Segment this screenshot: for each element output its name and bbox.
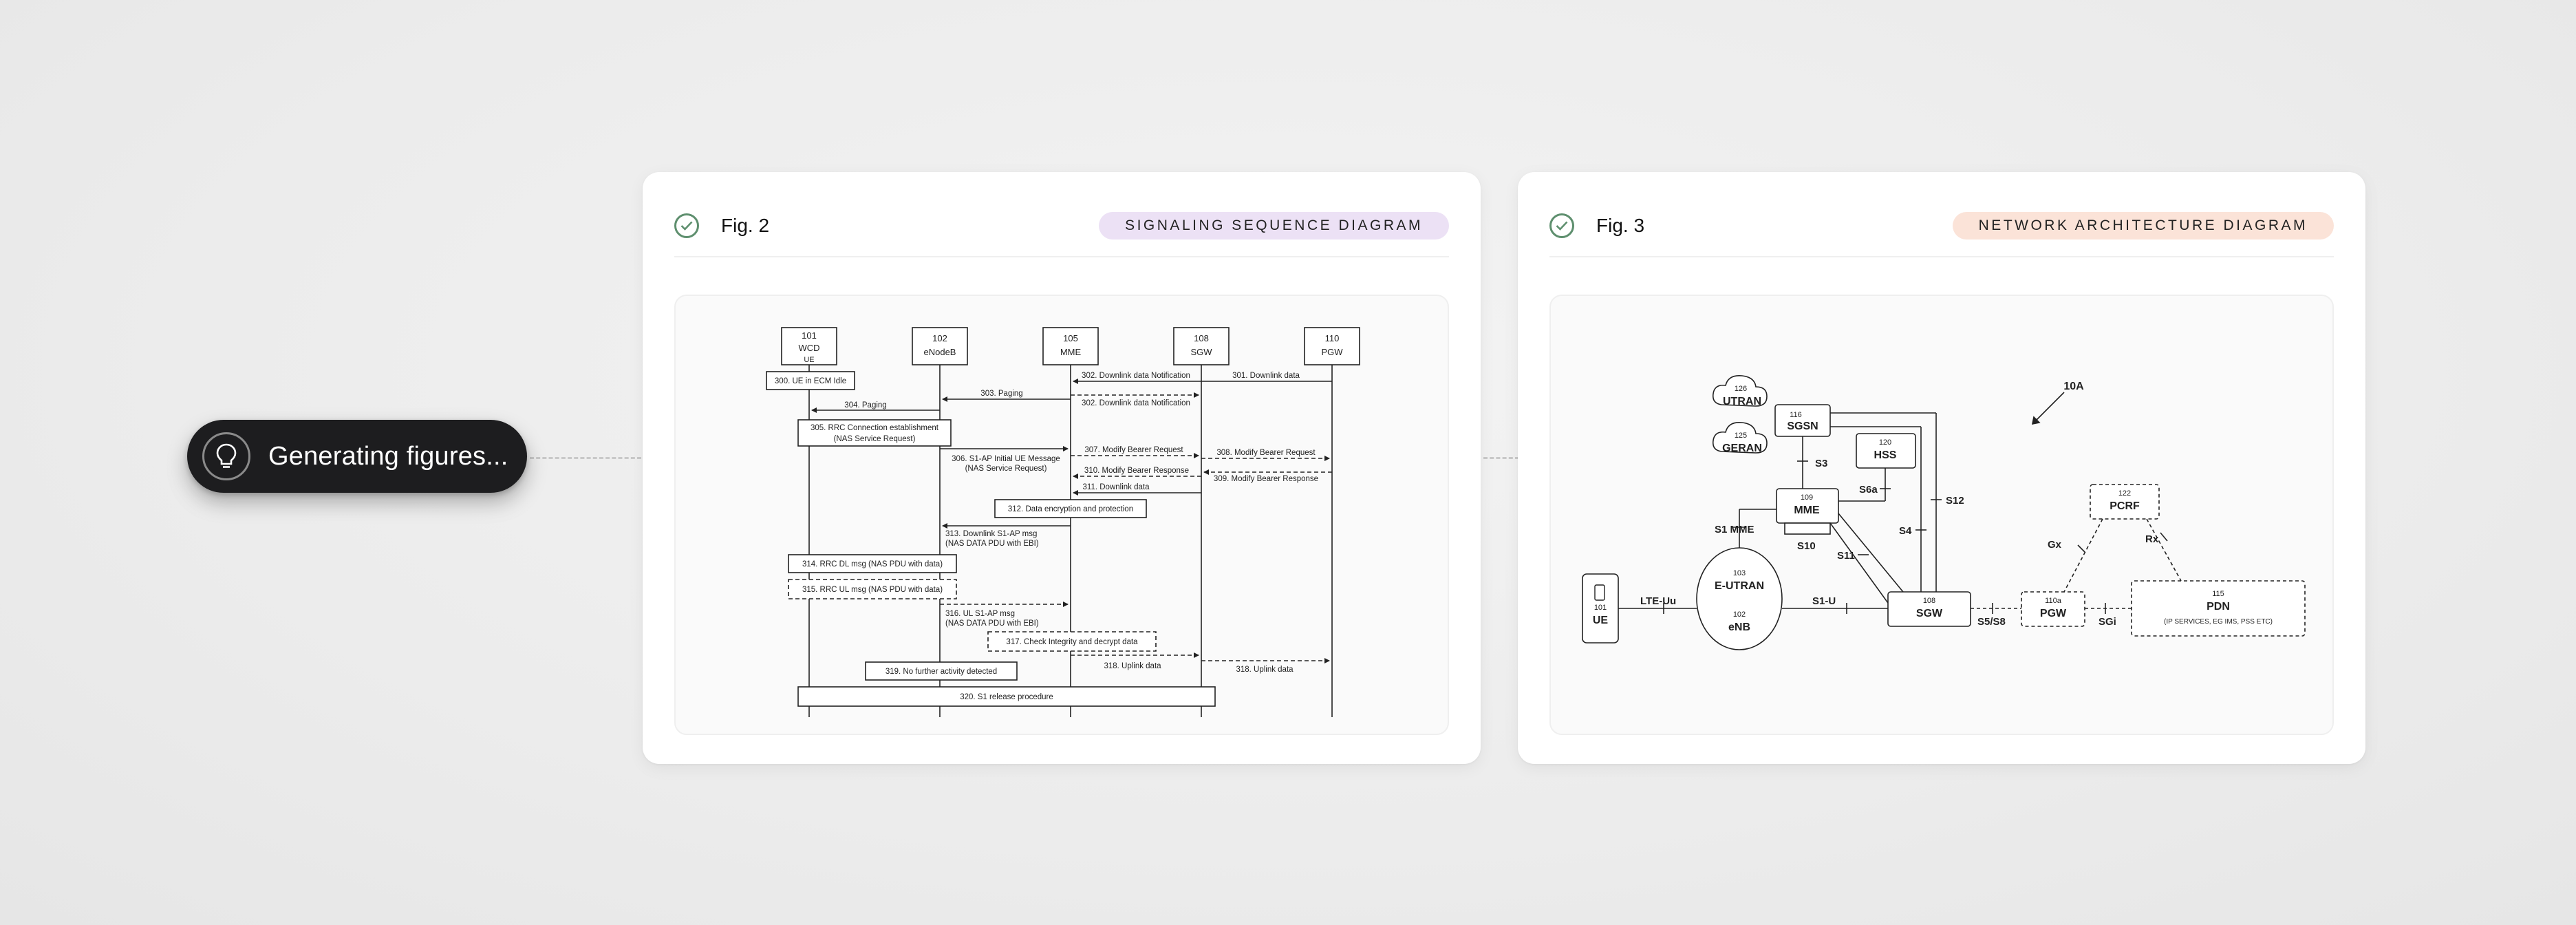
card-header: Fig. 3 NETWORK ARCHITECTURE DIAGRAM — [1549, 212, 2334, 257]
figure-title: Fig. 3 — [1596, 215, 1645, 236]
figure-card-fig3[interactable]: Fig. 3 NETWORK ARCHITECTURE DIAGRAM 126 … — [1518, 172, 2365, 764]
svg-text:(NAS DATA PDU with EBI): (NAS DATA PDU with EBI) — [945, 540, 1039, 548]
svg-text:301. Downlink data: 301. Downlink data — [1232, 372, 1300, 380]
svg-text:305. RRC Connection establishm: 305. RRC Connection establishment — [811, 424, 939, 432]
svg-text:S11: S11 — [1837, 550, 1855, 562]
svg-text:105: 105 — [1063, 333, 1078, 343]
svg-text:S1-U: S1-U — [1812, 595, 1836, 607]
svg-text:S1 MME: S1 MME — [1715, 524, 1754, 535]
svg-text:109: 109 — [1801, 493, 1813, 502]
svg-text:(NAS DATA PDU with EBI): (NAS DATA PDU with EBI) — [945, 619, 1039, 628]
svg-text:300. UE in ECM Idle: 300. UE in ECM Idle — [775, 377, 846, 385]
svg-text:S12: S12 — [1946, 495, 1964, 507]
svg-text:Rx: Rx — [2145, 533, 2159, 545]
figure-preview-sequence[interactable]: 101 WCD UE 102 eNodeB 105 MME 108 SGW 11… — [674, 295, 1449, 735]
svg-text:PCRF: PCRF — [2110, 500, 2140, 512]
svg-text:PGW: PGW — [1321, 347, 1343, 357]
svg-text:317. Check Integrity and decry: 317. Check Integrity and decrypt data — [1006, 638, 1138, 646]
svg-text:318. Uplink data: 318. Uplink data — [1104, 662, 1161, 670]
svg-text:S4: S4 — [1899, 525, 1912, 537]
svg-text:320. S1 release procedure: 320. S1 release procedure — [960, 693, 1053, 701]
svg-text:307. Modify Bearer Request: 307. Modify Bearer Request — [1084, 446, 1183, 454]
svg-text:108: 108 — [1194, 333, 1209, 343]
svg-text:314. RRC DL msg (NAS PDU with: 314. RRC DL msg (NAS PDU with data) — [802, 560, 943, 568]
svg-text:108: 108 — [1923, 597, 1935, 605]
svg-text:309. Modify Bearer Response: 309. Modify Bearer Response — [1214, 475, 1318, 483]
svg-text:UE: UE — [1593, 615, 1609, 626]
sequence-diagram: 101 WCD UE 102 eNodeB 105 MME 108 SGW 11… — [766, 327, 1360, 717]
svg-text:SGi: SGi — [2099, 616, 2116, 628]
svg-text:110: 110 — [1325, 333, 1340, 343]
svg-text:308. Modify Bearer Request: 308. Modify Bearer Request — [1216, 449, 1316, 457]
svg-text:GERAN: GERAN — [1722, 443, 1762, 454]
figure-type-badge: SIGNALING SEQUENCE DIAGRAM — [1099, 212, 1449, 240]
status-label: Generating figures... — [268, 441, 508, 471]
svg-text:103: 103 — [1733, 569, 1746, 577]
svg-text:316. UL S1-AP msg: 316. UL S1-AP msg — [945, 610, 1015, 618]
lightbulb-icon — [202, 432, 250, 480]
svg-text:HSS: HSS — [1874, 449, 1897, 461]
svg-text:(NAS Service Request): (NAS Service Request) — [834, 435, 916, 443]
svg-text:PDN: PDN — [2207, 601, 2230, 613]
svg-text:LTE-Uu: LTE-Uu — [1640, 595, 1676, 607]
card-header: Fig. 2 SIGNALING SEQUENCE DIAGRAM — [674, 212, 1449, 257]
svg-text:UE: UE — [804, 356, 814, 364]
svg-text:101: 101 — [802, 330, 817, 341]
figure-preview-network[interactable]: 126 125 116 120 109 122 101 103 102 108 … — [1549, 295, 2334, 735]
svg-text:(IP SERVICES, EG IMS, PSS ETC): (IP SERVICES, EG IMS, PSS ETC) — [2164, 618, 2273, 626]
connector-left — [530, 457, 641, 459]
svg-text:318. Uplink data: 318. Uplink data — [1236, 666, 1294, 674]
check-circle-icon — [1549, 213, 1574, 238]
svg-text:102: 102 — [1733, 610, 1746, 619]
svg-text:306. S1-AP Initial UE Message: 306. S1-AP Initial UE Message — [952, 455, 1060, 463]
svg-text:312. Data encryption and prote: 312. Data encryption and protection — [1008, 505, 1133, 513]
svg-text:110a: 110a — [2045, 597, 2062, 605]
svg-text:303. Paging: 303. Paging — [980, 390, 1022, 398]
svg-text:S6a: S6a — [1859, 484, 1878, 496]
svg-text:PGW: PGW — [2040, 608, 2067, 619]
figure-type-badge: NETWORK ARCHITECTURE DIAGRAM — [1952, 212, 2334, 240]
svg-text:WCD: WCD — [798, 343, 819, 353]
svg-text:101: 101 — [1594, 604, 1607, 612]
svg-text:(NAS Service Request): (NAS Service Request) — [965, 465, 1047, 473]
svg-text:10A: 10A — [2063, 381, 2084, 392]
svg-text:eNodeB: eNodeB — [924, 347, 956, 357]
connector-middle — [1483, 457, 1519, 459]
svg-text:126: 126 — [1735, 385, 1747, 393]
svg-text:122: 122 — [2118, 489, 2131, 498]
svg-text:S5/S8: S5/S8 — [1977, 616, 2006, 628]
svg-text:310. Modify Bearer Response: 310. Modify Bearer Response — [1084, 467, 1189, 475]
svg-text:SGW: SGW — [1190, 347, 1212, 357]
svg-text:302. Downlink data Notificatio: 302. Downlink data Notification — [1082, 372, 1190, 380]
svg-text:115: 115 — [2212, 590, 2224, 598]
svg-text:116: 116 — [1790, 411, 1802, 419]
svg-text:102: 102 — [932, 333, 947, 343]
generating-status-pill: Generating figures... — [187, 420, 527, 493]
svg-text:S10: S10 — [1797, 540, 1816, 552]
svg-text:304. Paging: 304. Paging — [844, 401, 886, 410]
network-diagram: 126 125 116 120 109 122 101 103 102 108 … — [1582, 374, 2306, 650]
svg-text:E-UTRAN: E-UTRAN — [1715, 580, 1764, 592]
check-circle-icon — [674, 213, 699, 238]
figure-card-fig2[interactable]: Fig. 2 SIGNALING SEQUENCE DIAGRAM 101 WC… — [643, 172, 1481, 764]
svg-text:SGSN: SGSN — [1787, 421, 1818, 432]
svg-text:302. Downlink data Notificatio: 302. Downlink data Notification — [1082, 399, 1190, 407]
svg-text:319. No further activity detec: 319. No further activity detected — [886, 668, 997, 676]
svg-text:311. Downlink data: 311. Downlink data — [1083, 483, 1150, 491]
svg-text:Gx: Gx — [2048, 539, 2062, 551]
svg-text:MME: MME — [1794, 504, 1820, 516]
svg-text:UTRAN: UTRAN — [1723, 396, 1761, 407]
svg-text:S3: S3 — [1815, 458, 1827, 469]
svg-text:SGW: SGW — [1916, 608, 1943, 619]
figure-title: Fig. 2 — [721, 215, 770, 236]
svg-text:313. Downlink S1-AP msg: 313. Downlink S1-AP msg — [945, 530, 1037, 538]
svg-text:125: 125 — [1735, 432, 1747, 440]
svg-text:120: 120 — [1879, 438, 1891, 447]
svg-text:315. RRC UL msg (NAS PDU with: 315. RRC UL msg (NAS PDU with data) — [802, 586, 943, 594]
svg-text:MME: MME — [1060, 347, 1082, 357]
svg-text:eNB: eNB — [1728, 621, 1750, 633]
